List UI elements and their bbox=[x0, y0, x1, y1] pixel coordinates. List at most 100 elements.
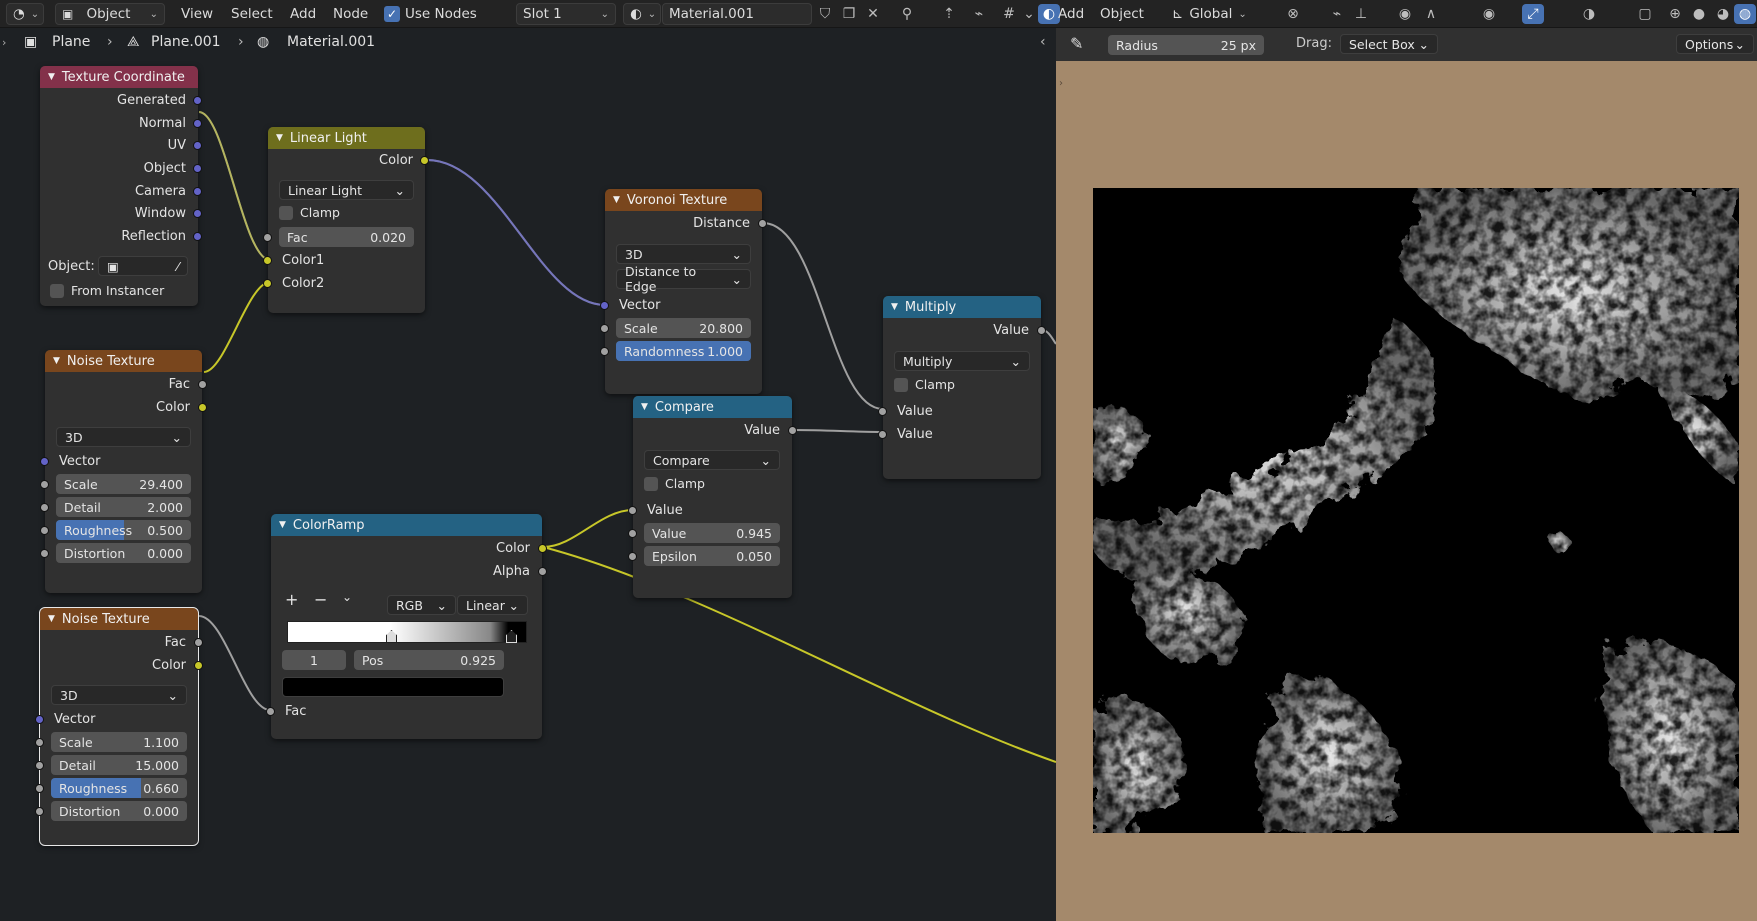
wireframe-shading-icon[interactable]: ⊕ bbox=[1664, 4, 1686, 24]
input-socket-vector[interactable] bbox=[600, 301, 609, 310]
dimension-dropdown[interactable]: 3D ⌄ bbox=[51, 685, 187, 705]
node-noise-texture[interactable]: ▼ Noise Texture Fac Color 3D ⌄ Vector Scal… bbox=[40, 350, 207, 593]
gradient-ramp-bar[interactable] bbox=[287, 621, 527, 643]
object-type-dropdown[interactable]: ▣ Object ⌄ bbox=[55, 3, 165, 25]
drag-mode-dropdown[interactable]: Select Box ⌄ bbox=[1340, 34, 1438, 54]
proportional-edit-icon[interactable]: ◉ bbox=[1394, 4, 1416, 24]
output-socket-generated[interactable] bbox=[193, 96, 202, 105]
color-mode-dropdown[interactable]: RGB ⌄ bbox=[387, 595, 456, 615]
node-header[interactable]: ▼ Voronoi Texture bbox=[605, 189, 762, 211]
compare-value-field[interactable]: Value 0.945 bbox=[644, 523, 780, 543]
input-socket-randomness[interactable] bbox=[600, 347, 609, 356]
node-header[interactable]: ▼ Noise Texture bbox=[45, 350, 202, 372]
distortion-field[interactable]: Distortion 0.000 bbox=[51, 801, 187, 821]
detail-field[interactable]: Detail 2.000 bbox=[56, 497, 191, 517]
collapse-triangle-icon[interactable]: ▼ bbox=[613, 195, 620, 205]
operation-dropdown[interactable]: Compare ⌄ bbox=[644, 450, 780, 470]
output-socket-fac[interactable] bbox=[198, 380, 207, 389]
input-socket-scale[interactable] bbox=[600, 324, 609, 333]
snap-toggle-icon[interactable]: ⌁ bbox=[1326, 4, 1348, 24]
input-socket-distortion[interactable] bbox=[35, 807, 44, 816]
collapse-triangle-icon[interactable]: ▼ bbox=[276, 133, 283, 143]
checkbox-box[interactable] bbox=[50, 283, 64, 298]
input-socket-distortion[interactable] bbox=[40, 549, 49, 558]
pin-icon[interactable]: ⚲ bbox=[896, 4, 918, 24]
roughness-slider[interactable]: Roughness 0.500 bbox=[56, 520, 191, 540]
menu-object-viewport[interactable]: Object bbox=[1100, 3, 1144, 25]
stop-position-field[interactable]: Pos 0.925 bbox=[354, 650, 504, 670]
node-math-multiply[interactable]: ▼ Multiply Value Multiply ⌄ Clamp Value Va… bbox=[878, 296, 1046, 479]
pivot-point-icon[interactable]: ⊗ bbox=[1282, 4, 1304, 24]
output-socket-color[interactable] bbox=[198, 403, 207, 412]
falloff-curve-icon[interactable]: ∧ bbox=[1420, 4, 1442, 24]
menu-add[interactable]: Add bbox=[290, 3, 316, 25]
menu-node[interactable]: Node bbox=[333, 3, 368, 25]
node-math-compare[interactable]: ▼ Compare Value Compare ⌄ Clamp Value Valu… bbox=[628, 396, 797, 598]
input-socket-vector[interactable] bbox=[35, 715, 44, 724]
clamp-checkbox[interactable]: Clamp bbox=[644, 476, 705, 491]
input-socket-detail[interactable] bbox=[35, 761, 44, 770]
node-header[interactable]: ▼ Texture Coordinate bbox=[40, 66, 198, 88]
options-dropdown[interactable]: Options ⌄ bbox=[1676, 34, 1754, 54]
dimension-dropdown[interactable]: 3D ⌄ bbox=[616, 244, 751, 264]
menu-add-viewport[interactable]: Add bbox=[1058, 3, 1084, 25]
texture-paint-viewport[interactable]: ✎ Radius 25 px Drag: Select Box ⌄ Options ⌄… bbox=[1056, 28, 1757, 921]
scale-field[interactable]: Scale 1.100 bbox=[51, 732, 187, 752]
ramp-menu-chevron-icon[interactable]: ⌄ bbox=[342, 590, 352, 604]
epsilon-field[interactable]: Epsilon 0.050 bbox=[644, 546, 780, 566]
unlink-close-icon[interactable]: ✕ bbox=[862, 4, 884, 24]
collapse-triangle-icon[interactable]: ▼ bbox=[48, 614, 55, 624]
node-voronoi-texture[interactable]: ▼ Voronoi Texture Distance 3D ⌄ Distance t… bbox=[600, 189, 767, 394]
checkbox-box[interactable] bbox=[644, 476, 658, 491]
blend-mode-dropdown[interactable]: Linear Light ⌄ bbox=[279, 180, 414, 200]
node-header[interactable]: ▼ Compare bbox=[633, 396, 792, 418]
output-socket-fac[interactable] bbox=[194, 638, 203, 647]
output-socket-uv[interactable] bbox=[193, 141, 202, 150]
node-header[interactable]: ▼ Noise Texture bbox=[40, 608, 198, 630]
node-noise-texture-selected[interactable]: ▼ Noise Texture Fac Color 3D ⌄ Vector Scal… bbox=[35, 607, 203, 846]
output-socket-value[interactable] bbox=[1037, 326, 1046, 335]
node-header[interactable]: ▼ ColorRamp bbox=[271, 514, 542, 536]
toolbar-expand-arrow-icon[interactable]: › bbox=[1059, 78, 1063, 89]
collapse-triangle-icon[interactable]: ▼ bbox=[53, 356, 60, 366]
checkbox-box[interactable] bbox=[279, 205, 293, 220]
output-socket-value[interactable] bbox=[788, 426, 797, 435]
snap-magnet-icon[interactable]: ⌁ bbox=[968, 4, 990, 24]
input-socket-scale[interactable] bbox=[35, 738, 44, 747]
visibility-eye-icon[interactable]: ◉ bbox=[1478, 4, 1500, 24]
object-picker-field[interactable]: ▣ ⁄ bbox=[98, 256, 188, 276]
node-texture-coordinate[interactable]: ▼ Texture Coordinate Generated Normal UV … bbox=[40, 66, 202, 306]
menu-view[interactable]: View bbox=[181, 3, 213, 25]
input-socket-fac[interactable] bbox=[263, 233, 272, 242]
color-stop-handle[interactable] bbox=[386, 630, 397, 643]
scale-field[interactable]: Scale 29.400 bbox=[56, 474, 191, 494]
collapse-triangle-icon[interactable]: ▼ bbox=[48, 72, 55, 82]
fac-field[interactable]: Fac 0.020 bbox=[279, 227, 414, 247]
output-socket-normal[interactable] bbox=[193, 119, 202, 128]
gizmo-toggle-icon[interactable]: ⤢ bbox=[1522, 4, 1544, 24]
input-socket-value-2[interactable] bbox=[628, 529, 637, 538]
input-socket-epsilon[interactable] bbox=[628, 552, 637, 561]
stop-index-field[interactable]: 1 bbox=[282, 650, 346, 670]
roughness-slider[interactable]: Roughness 0.660 bbox=[51, 778, 187, 798]
detail-field[interactable]: Detail 15.000 bbox=[51, 755, 187, 775]
brush-radius-field[interactable]: Radius 25 px bbox=[1108, 35, 1264, 55]
input-socket-detail[interactable] bbox=[40, 503, 49, 512]
transform-orientation-dropdown[interactable]: ⊾ Global ⌄ bbox=[1172, 3, 1247, 25]
input-socket-value-b[interactable] bbox=[878, 430, 887, 439]
input-socket-color1[interactable] bbox=[263, 256, 272, 265]
menu-select[interactable]: Select bbox=[231, 3, 273, 25]
output-socket-camera[interactable] bbox=[193, 187, 202, 196]
add-stop-plus-icon[interactable]: + bbox=[285, 590, 298, 609]
output-socket-object[interactable] bbox=[193, 164, 202, 173]
clamp-checkbox[interactable]: Clamp bbox=[894, 377, 955, 392]
parent-node-tree-icon[interactable]: ⇡ bbox=[938, 4, 960, 24]
material-preview-shading-icon[interactable]: ◕ bbox=[1712, 4, 1734, 24]
overlays-icon[interactable]: ◑ bbox=[1578, 4, 1600, 24]
from-instancer-checkbox[interactable]: From Instancer bbox=[50, 283, 164, 298]
dimension-dropdown[interactable]: 3D ⌄ bbox=[56, 427, 191, 447]
slot-dropdown[interactable]: Slot 1 ⌄ bbox=[516, 3, 616, 25]
input-socket-vector[interactable] bbox=[40, 457, 49, 466]
clamp-checkbox[interactable]: Clamp bbox=[279, 205, 340, 220]
stop-color-swatch[interactable] bbox=[282, 677, 504, 697]
